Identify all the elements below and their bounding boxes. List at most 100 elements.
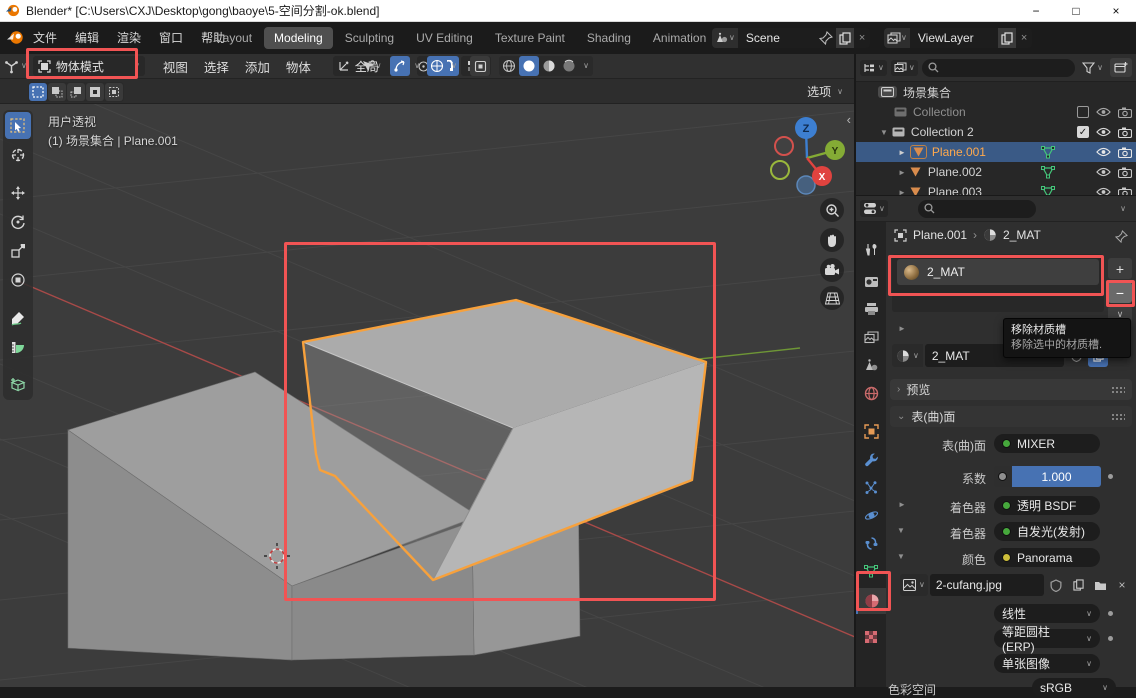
outliner-display-mode-dropdown[interactable]: ∨	[860, 60, 887, 76]
workspace-tab-uv-editing[interactable]: UV Editing	[406, 27, 483, 49]
menu-view[interactable]: 视图	[155, 55, 196, 78]
show-object-types-dropdown[interactable]: ∨	[355, 56, 387, 76]
disclosure-closed-icon[interactable]: ►	[898, 168, 906, 177]
overlays-toggle[interactable]	[427, 56, 447, 76]
tool-measure[interactable]	[5, 333, 31, 360]
select-mode-intersect-button[interactable]	[105, 83, 123, 101]
interpolation-dropdown[interactable]: 线性 ∨	[994, 604, 1100, 623]
camera-restrict-icon[interactable]	[1118, 167, 1132, 178]
zoom-button[interactable]	[820, 198, 844, 222]
remove-viewlayer-button[interactable]: ×	[1016, 32, 1032, 44]
tab-tool[interactable]	[856, 236, 886, 262]
outliner-row-plane-002[interactable]: ► Plane.002	[856, 162, 1136, 182]
color-source-selector[interactable]: Panorama	[994, 548, 1100, 567]
viewlayer-browse-button[interactable]: ∨	[884, 28, 910, 48]
keyframe-dot[interactable]	[1108, 636, 1113, 641]
menu-window[interactable]: 窗口	[152, 26, 190, 49]
tab-texture[interactable]	[856, 624, 886, 650]
pin-icon[interactable]	[1115, 230, 1128, 243]
blender-logo-icon[interactable]	[6, 30, 24, 45]
image-copy-button[interactable]	[1068, 574, 1088, 596]
tool-annotate[interactable]	[5, 304, 31, 331]
new-scene-button[interactable]	[836, 28, 854, 48]
keyframe-dot[interactable]	[1108, 474, 1113, 479]
browse-material-dropdown[interactable]: ∨	[892, 344, 923, 367]
tab-render[interactable]	[856, 268, 886, 294]
viewlayer-name[interactable]: ViewLayer	[910, 31, 998, 45]
properties-editor-type-dropdown[interactable]: ∨	[860, 200, 888, 217]
tab-scene[interactable]	[856, 352, 886, 378]
menu-render[interactable]: 渲染	[110, 26, 148, 49]
tab-world[interactable]	[856, 380, 886, 406]
tab-constraints[interactable]	[856, 530, 886, 556]
chevron-down-icon[interactable]: ∨	[1120, 205, 1126, 213]
tab-modifiers[interactable]	[856, 446, 886, 472]
tool-scale[interactable]	[5, 237, 31, 264]
projection-dropdown[interactable]: 等距圆柱(ERP) ∨	[994, 629, 1100, 648]
scene-browse-button[interactable]: ∨	[712, 28, 738, 48]
breadcrumb-material[interactable]: 2_MAT	[1003, 228, 1041, 242]
shading-dropdown[interactable]: ∨	[579, 56, 593, 76]
orthographic-toggle-button[interactable]	[820, 286, 844, 310]
select-mode-invert-button[interactable]	[86, 83, 104, 101]
new-viewlayer-button[interactable]	[998, 28, 1016, 48]
new-collection-button[interactable]	[1110, 58, 1132, 77]
workspace-tab-layout[interactable]: Layout	[206, 27, 262, 49]
tab-object[interactable]	[856, 418, 886, 444]
tool-add-cube[interactable]	[5, 371, 31, 398]
outliner-row-scene-collection[interactable]: 场景集合	[856, 82, 1136, 102]
panel-preview[interactable]: › 预览	[890, 379, 1132, 400]
breadcrumb-object[interactable]: Plane.001	[913, 228, 967, 242]
camera-restrict-icon[interactable]	[1118, 107, 1132, 118]
browse-image-dropdown[interactable]: ∨	[900, 574, 928, 596]
pin-icon[interactable]	[819, 31, 833, 45]
keyframe-dot[interactable]	[1108, 611, 1113, 616]
outliner-filter-id-dropdown[interactable]: ∨	[891, 60, 918, 76]
workspace-tab-animation[interactable]: Animation	[643, 27, 716, 49]
editor-type-selector[interactable]: ∨	[0, 59, 31, 74]
workspace-tab-shading[interactable]: Shading	[577, 27, 641, 49]
tool-select-box[interactable]	[5, 112, 31, 139]
factor-slider[interactable]: 1.000	[1012, 466, 1101, 487]
editor-divider[interactable]	[854, 54, 856, 687]
image-unlink-button[interactable]: ×	[1112, 574, 1132, 596]
tab-physics[interactable]	[856, 502, 886, 528]
menu-edit[interactable]: 编辑	[68, 26, 106, 49]
outliner-properties-divider[interactable]	[856, 195, 1136, 196]
image-open-button[interactable]	[1090, 574, 1110, 596]
disclosure-open-icon[interactable]: ▼	[880, 128, 888, 137]
minimize-button[interactable]: −	[1016, 0, 1056, 22]
tab-material[interactable]	[856, 588, 886, 614]
navigation-gizmo[interactable]: Z Y X	[760, 110, 854, 204]
select-mode-new-button[interactable]	[29, 83, 47, 101]
menu-select[interactable]: 选择	[196, 55, 237, 78]
shading-material-button[interactable]	[539, 56, 559, 76]
shader1-selector[interactable]: 透明 BSDF	[994, 496, 1100, 515]
tab-view-layer[interactable]	[856, 324, 886, 350]
shader2-selector[interactable]: 自发光(发射)	[994, 522, 1100, 541]
properties-search-input[interactable]	[918, 200, 1036, 218]
colorspace-dropdown[interactable]: sRGB ∨	[1032, 678, 1116, 697]
options-dropdown[interactable]: 选项 ∨	[807, 83, 843, 100]
xray-toggle[interactable]	[470, 56, 490, 76]
mode-dropdown[interactable]: 物体模式 ∨	[33, 56, 145, 76]
select-mode-extend-button[interactable]	[48, 83, 66, 101]
close-button[interactable]: ×	[1096, 0, 1136, 22]
disclosure-closed-icon[interactable]: ►	[898, 148, 906, 157]
panel-surface[interactable]: ⌄ 表(曲)面	[890, 406, 1132, 427]
menu-object[interactable]: 物体	[278, 55, 319, 78]
image-name-field[interactable]: 2-cufang.jpg	[930, 574, 1044, 596]
tool-transform[interactable]	[5, 266, 31, 293]
drag-handle-icon[interactable]	[1111, 413, 1125, 421]
surface-shader-selector[interactable]: MIXER	[994, 434, 1100, 453]
tab-output[interactable]	[856, 296, 886, 322]
tab-particles[interactable]	[856, 474, 886, 500]
outliner-row-collection[interactable]: Collection	[856, 102, 1136, 122]
image-source-dropdown[interactable]: 单张图像 ∨	[994, 654, 1100, 673]
eye-icon[interactable]	[1096, 107, 1111, 117]
scene-name[interactable]: Scene	[738, 31, 816, 45]
tool-cursor[interactable]	[5, 141, 31, 168]
collection-checkbox[interactable]	[1077, 106, 1089, 118]
drag-handle-icon[interactable]	[1111, 386, 1125, 394]
camera-restrict-icon[interactable]	[1118, 127, 1132, 138]
